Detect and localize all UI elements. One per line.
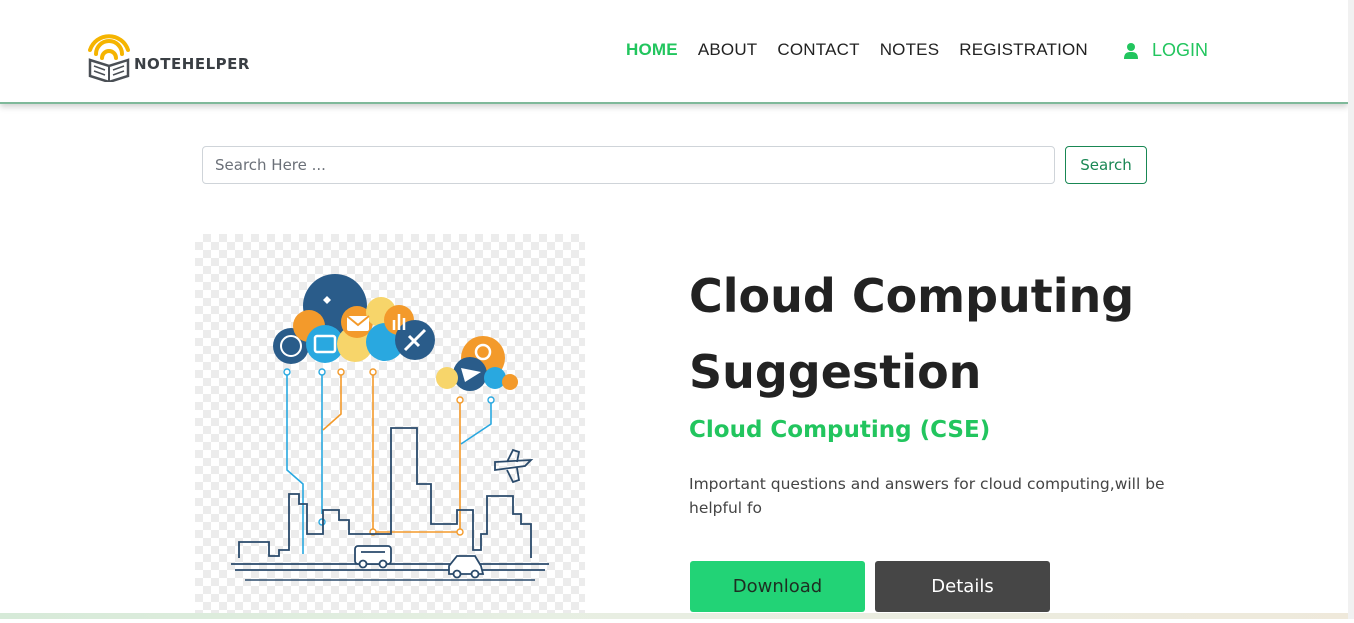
site-header: NOTEHELPER HOME ABOUT CONTACT NOTES REGI… xyxy=(0,0,1348,104)
nav-notes[interactable]: NOTES xyxy=(880,40,940,60)
details-button[interactable]: Details xyxy=(875,561,1050,612)
login-label: LOGIN xyxy=(1152,40,1209,60)
nav-registration[interactable]: REGISTRATION xyxy=(959,40,1088,60)
note-description: Important questions and answers for clou… xyxy=(689,475,1165,517)
search-button[interactable]: Search xyxy=(1065,146,1147,184)
brand-name: NOTEHELPER xyxy=(134,55,250,73)
main-nav: HOME ABOUT CONTACT NOTES REGISTRATION xyxy=(626,40,1108,60)
note-title: Cloud Computing Suggestion xyxy=(689,269,1135,399)
car-icon xyxy=(448,555,485,579)
nav-about[interactable]: ABOUT xyxy=(698,40,758,60)
bus-icon xyxy=(354,545,392,569)
nav-home[interactable]: HOME xyxy=(626,40,678,60)
download-button[interactable]: Download xyxy=(690,561,865,612)
scrollbar-track[interactable] xyxy=(1348,0,1354,619)
book-wifi-icon xyxy=(88,34,130,82)
note-illustration xyxy=(195,234,585,619)
next-section-edge xyxy=(0,613,1354,619)
search-input[interactable] xyxy=(202,146,1055,184)
nav-contact[interactable]: CONTACT xyxy=(777,40,859,60)
cloud-computing-illustration xyxy=(231,274,549,581)
user-icon xyxy=(1124,42,1138,59)
brand-logo[interactable]: NOTEHELPER xyxy=(86,32,250,82)
city-skyline xyxy=(238,427,532,558)
note-subject: Cloud Computing (CSE) xyxy=(689,417,991,443)
login-link[interactable]: LOGIN xyxy=(1124,40,1208,61)
cloud-icons xyxy=(273,274,518,391)
airplane-icon xyxy=(494,448,534,484)
